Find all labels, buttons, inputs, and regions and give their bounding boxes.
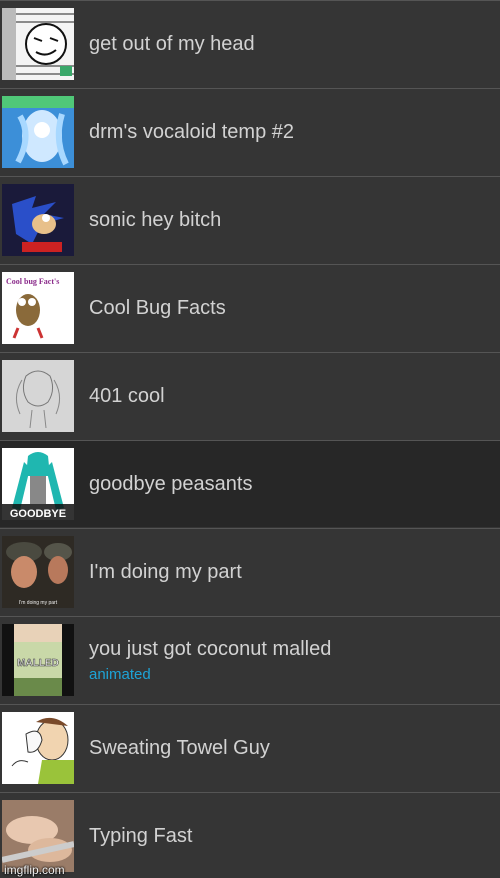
imgflip-watermark: imgflip.com xyxy=(4,863,65,877)
template-name: goodbye peasants xyxy=(89,473,253,495)
template-name: Cool Bug Facts xyxy=(89,297,226,319)
vocaloid-anime-thumbnail xyxy=(2,96,74,168)
template-row-goodbye-peasants[interactable]: GOODBYE goodbye peasants xyxy=(0,440,500,527)
template-row-cool-bug-facts[interactable]: Cool bug Fact's Cool Bug Facts xyxy=(0,264,500,351)
thumb-caption: Cool bug Fact's xyxy=(6,277,59,286)
template-name: Sweating Towel Guy xyxy=(89,737,270,759)
coconut-mall-thumbnail: MALLED xyxy=(2,624,74,696)
sonic-thumbnail xyxy=(2,184,74,256)
meme-template-list: get out of my head drm's vocaloid temp #… xyxy=(0,0,500,878)
template-name: I'm doing my part xyxy=(89,561,242,583)
template-name: drm's vocaloid temp #2 xyxy=(89,121,295,143)
animated-tag: animated xyxy=(89,666,151,683)
pencil-sketch-thumbnail xyxy=(2,360,74,432)
template-name: Typing Fast xyxy=(89,825,193,847)
soldiers-thumbnail: I'm doing my part xyxy=(2,536,74,608)
thumb-caption: I'm doing my part xyxy=(19,600,58,606)
thumb-caption: MALLED xyxy=(17,658,59,669)
typing-hands-thumbnail xyxy=(2,800,74,872)
sweating-towel-guy-thumbnail xyxy=(2,712,74,784)
template-name: sonic hey bitch xyxy=(89,209,222,231)
template-row-sonic-hey-bitch[interactable]: sonic hey bitch xyxy=(0,176,500,263)
template-row-im-doing-my-part[interactable]: I'm doing my part I'm doing my part xyxy=(0,528,500,615)
template-row-get-out-of-my-head[interactable]: get out of my head xyxy=(0,0,500,87)
template-row-sweating-towel-guy[interactable]: Sweating Towel Guy xyxy=(0,704,500,791)
template-name: you just got coconut malled xyxy=(89,638,332,660)
template-row-401-cool[interactable]: 401 cool xyxy=(0,352,500,439)
template-row-typing-fast[interactable]: Typing Fast xyxy=(0,792,500,878)
template-row-you-just-got-coconut-malled[interactable]: MALLED you just got coconut malled anima… xyxy=(0,616,500,703)
template-name: 401 cool xyxy=(89,385,165,407)
meme-scribble-face-thumbnail xyxy=(2,8,74,80)
miku-thumbnail: GOODBYE xyxy=(2,448,74,520)
template-row-drms-vocaloid-temp-2[interactable]: drm's vocaloid temp #2 xyxy=(0,88,500,175)
cool-bug-facts-thumbnail: Cool bug Fact's xyxy=(2,272,74,344)
thumb-caption: GOODBYE xyxy=(10,508,66,520)
template-name: get out of my head xyxy=(89,33,255,55)
